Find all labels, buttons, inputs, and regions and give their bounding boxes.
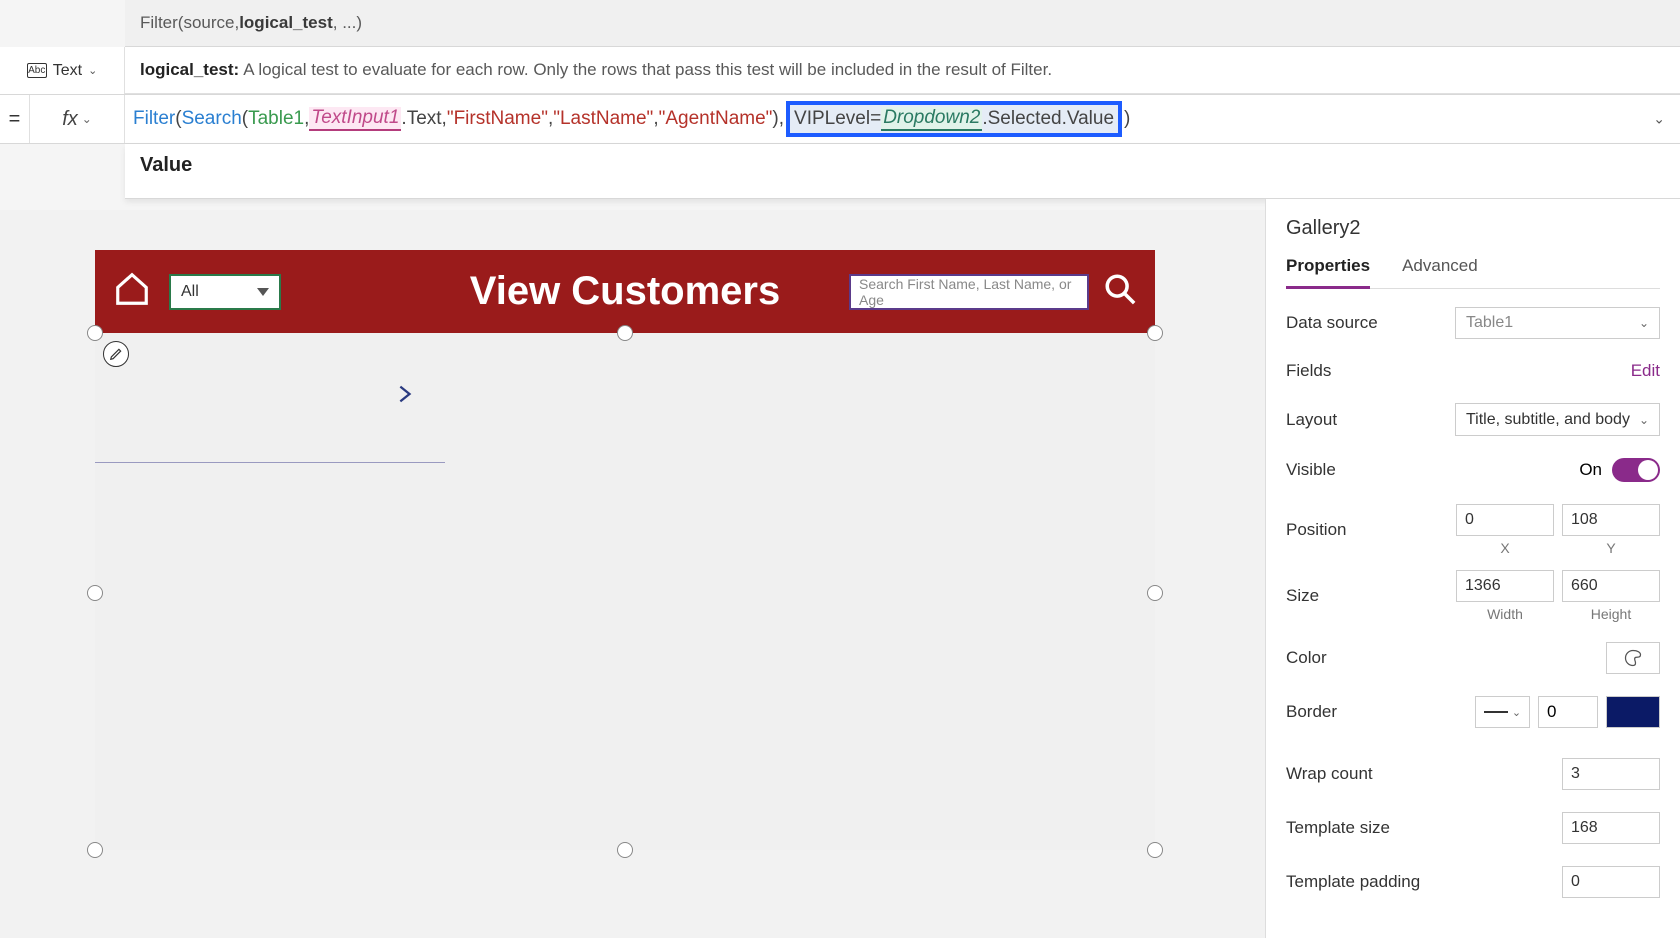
search-placeholder: Search First Name, Last Name, or Age <box>859 276 1079 308</box>
selection-handle[interactable] <box>87 585 103 601</box>
wrap-count-label: Wrap count <box>1286 764 1373 784</box>
template-padding-label: Template padding <box>1286 872 1420 892</box>
selection-handle[interactable] <box>1147 325 1163 341</box>
intellisense-item[interactable]: Value <box>125 144 1680 199</box>
fields-edit-link[interactable]: Edit <box>1631 361 1660 381</box>
data-source-label: Data source <box>1286 313 1378 333</box>
hint-text: A logical test to evaluate for each row.… <box>243 60 1052 80</box>
selection-handle[interactable] <box>87 842 103 858</box>
search-input[interactable]: Search First Name, Last Name, or Age <box>849 274 1089 310</box>
border-color-picker[interactable] <box>1606 696 1660 728</box>
function-signature-bar: Filter (source, logical_test , ...) <box>125 0 1680 47</box>
tok-textinput: TextInput1 <box>309 107 401 131</box>
color-picker[interactable] <box>1606 642 1660 674</box>
visible-toggle[interactable] <box>1612 458 1660 482</box>
vip-dropdown-value: All <box>181 283 199 301</box>
size-height-input[interactable] <box>1562 570 1660 602</box>
fields-label: Fields <box>1286 361 1331 381</box>
template-padding-input[interactable] <box>1562 866 1660 898</box>
selection-handle[interactable] <box>1147 585 1163 601</box>
tab-properties[interactable]: Properties <box>1286 250 1370 289</box>
selection-handle[interactable] <box>617 842 633 858</box>
vip-level-dropdown[interactable]: All <box>169 274 281 310</box>
search-icon[interactable] <box>1103 272 1137 311</box>
fx-label: fx <box>62 108 78 131</box>
selection-handle[interactable] <box>87 325 103 341</box>
tok-table: Table1 <box>248 108 304 130</box>
fx-dropdown[interactable]: fx ⌄ <box>30 95 125 143</box>
visible-label: Visible <box>1286 460 1336 480</box>
border-width-input[interactable]: 0 <box>1538 696 1598 728</box>
tok-filter: Filter <box>133 108 175 130</box>
sig-bold-arg: logical_test <box>239 13 333 33</box>
border-style-dropdown[interactable]: ⌄ <box>1475 696 1530 728</box>
tab-advanced[interactable]: Advanced <box>1402 250 1478 288</box>
size-label: Size <box>1286 586 1319 606</box>
hint-label: logical_test: <box>140 60 239 80</box>
gallery-template-item[interactable] <box>95 333 445 463</box>
formula-selection: VIPLevel = Dropdown2 .Selected.Value <box>786 101 1122 137</box>
format-selector[interactable]: Abc Text ⌄ <box>0 47 125 94</box>
position-x-input[interactable] <box>1456 504 1554 536</box>
home-icon[interactable] <box>113 270 151 313</box>
format-label: Text <box>53 62 82 80</box>
chevron-down-icon: ⌄ <box>82 112 92 126</box>
selection-handle[interactable] <box>617 325 633 341</box>
chevron-down-icon <box>257 288 269 296</box>
screen-title: View Customers <box>470 269 781 314</box>
app-screen[interactable]: All View Customers Search First Name, La… <box>95 250 1155 850</box>
template-size-label: Template size <box>1286 818 1390 838</box>
chevron-right-icon[interactable] <box>393 377 415 419</box>
canvas-area: All View Customers Search First Name, La… <box>0 210 1265 938</box>
chevron-down-icon: ⌄ <box>1639 413 1649 427</box>
sig-rest: , ...) <box>333 13 362 33</box>
tok-dropdown: Dropdown2 <box>881 107 982 131</box>
formula-bar: = fx ⌄ Filter ( Search ( Table1 , TextIn… <box>0 94 1680 144</box>
layout-label: Layout <box>1286 410 1337 430</box>
edit-template-icon[interactable] <box>103 341 129 367</box>
position-label: Position <box>1286 520 1346 540</box>
tok-search: Search <box>182 108 242 130</box>
layout-dropdown[interactable]: Title, subtitle, and body ⌄ <box>1455 403 1660 436</box>
text-format-icon: Abc <box>27 63 47 78</box>
chevron-down-icon: ⌄ <box>88 64 97 77</box>
color-label: Color <box>1286 648 1327 668</box>
data-source-dropdown[interactable]: Table1 ⌄ <box>1455 307 1660 339</box>
selection-handle[interactable] <box>1147 842 1163 858</box>
app-header: All View Customers Search First Name, La… <box>95 250 1155 333</box>
sig-open: (source, <box>178 13 239 33</box>
sig-fn: Filter <box>140 13 178 33</box>
gallery-control[interactable] <box>95 333 1155 850</box>
properties-panel: Gallery2 Properties Advanced Data source… <box>1265 199 1680 938</box>
chevron-down-icon: ⌄ <box>1639 316 1649 330</box>
border-label: Border <box>1286 702 1337 722</box>
equals-cell: = <box>0 95 30 143</box>
size-width-input[interactable] <box>1456 570 1554 602</box>
parameter-hint-bar: logical_test: A logical test to evaluate… <box>125 47 1680 94</box>
formula-input[interactable]: Filter ( Search ( Table1 , TextInput1 .T… <box>125 95 1680 143</box>
properties-tabs: Properties Advanced <box>1286 250 1660 289</box>
visible-value: On <box>1579 460 1602 480</box>
template-size-input[interactable] <box>1562 812 1660 844</box>
wrap-count-input[interactable] <box>1562 758 1660 790</box>
selected-control-name: Gallery2 <box>1286 217 1660 240</box>
position-y-input[interactable] <box>1562 504 1660 536</box>
formula-expand-icon[interactable]: ⌄ <box>1653 111 1665 128</box>
